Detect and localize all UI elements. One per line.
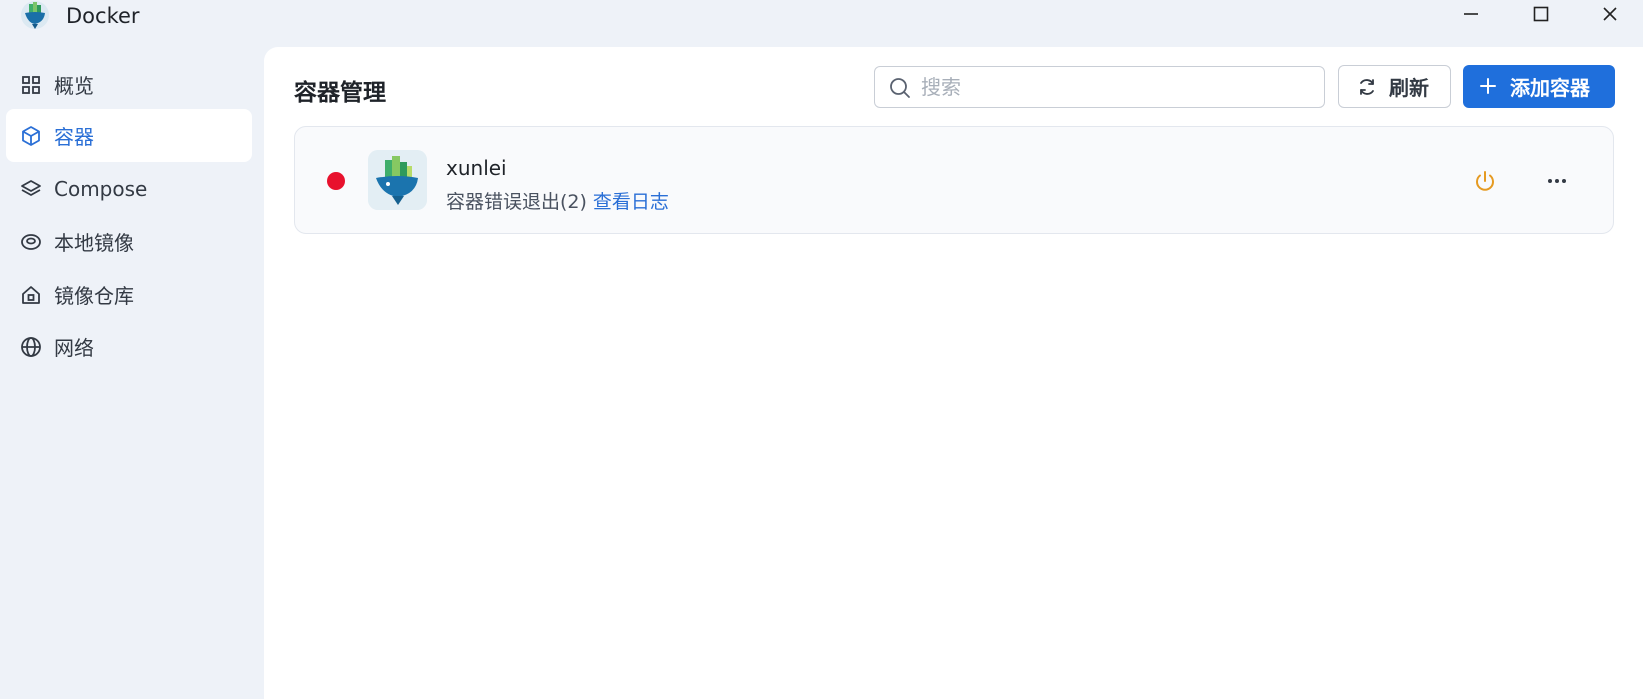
eye-disc-icon [21,234,41,250]
xunlei-logo-icon [368,150,427,210]
sidebar-item-label: 网络 [54,336,94,360]
home-icon [22,286,40,304]
status-indicator [327,172,345,190]
sidebar-item-local-images[interactable]: 本地镜像 [6,215,252,268]
search-input[interactable] [921,73,1311,101]
more-options-button[interactable] [1543,167,1571,195]
layers-icon [21,180,41,196]
close-button[interactable] [1587,0,1633,28]
sidebar-item-label: 容器 [54,125,94,149]
sidebar-item-network[interactable]: 网络 [6,320,252,373]
sidebar-item-label: 本地镜像 [54,231,134,255]
add-container-button-label: 添加容器 [1510,76,1590,100]
sidebar-item-label: 镜像仓库 [54,284,134,308]
refresh-icon [1360,79,1374,95]
cube-icon [22,126,40,146]
close-icon [1603,7,1617,21]
sidebar-item-compose[interactable]: Compose [6,162,252,215]
more-horizontal-icon [1548,179,1566,183]
title-bar: Docker [0,0,1643,40]
sidebar-item-registry[interactable]: 镜像仓库 [6,268,252,321]
search-box[interactable] [874,66,1325,108]
minimize-button[interactable] [1448,0,1494,28]
container-status: 容器错误退出(2) 查看日志 [446,187,669,214]
maximize-icon [1533,6,1549,22]
sidebar-item-overview[interactable]: 概览 [6,58,252,111]
globe-icon [21,337,41,357]
refresh-button-label: 刷新 [1389,76,1429,100]
container-status-text: 容器错误退出(2) [446,191,587,213]
power-button[interactable] [1471,167,1499,195]
docker-whale-logo [21,1,49,29]
sidebar-item-label: Compose [54,176,148,201]
minimize-icon [1464,13,1478,15]
maximize-button[interactable] [1518,0,1564,28]
sidebar-item-label: 概览 [54,74,94,98]
add-container-button[interactable]: 添加容器 [1463,65,1615,108]
plus-icon [1480,78,1496,94]
grid-icon [22,76,40,94]
container-name: xunlei [446,156,507,180]
main-panel: 容器管理 刷新 添加容器 [264,47,1643,699]
power-icon [1476,171,1494,191]
container-logo [368,150,427,210]
container-card[interactable]: xunlei 容器错误退出(2) 查看日志 [294,126,1614,234]
app-title: Docker [66,4,140,28]
view-logs-link[interactable]: 查看日志 [593,191,669,213]
page-title: 容器管理 [294,80,386,106]
search-icon [890,78,910,98]
sidebar-item-containers[interactable]: 容器 [6,109,252,162]
refresh-button[interactable]: 刷新 [1338,65,1451,108]
